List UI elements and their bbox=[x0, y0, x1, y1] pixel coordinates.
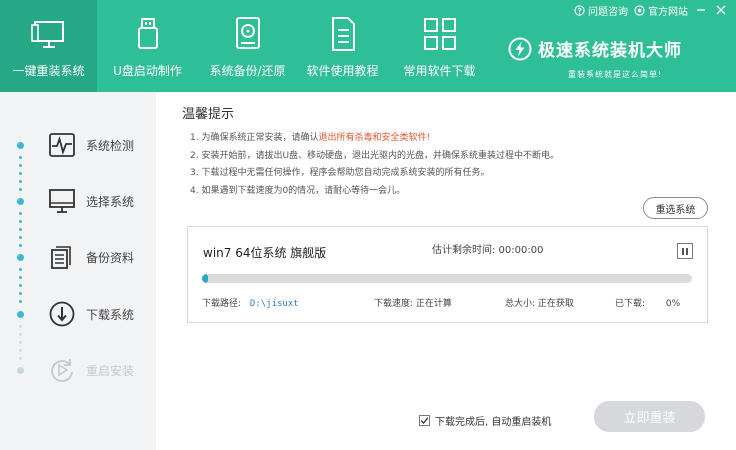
auto-restart-checkbox[interactable] bbox=[419, 415, 430, 426]
remaining-time: 估计剩余时间: 00:00:00 bbox=[432, 245, 544, 256]
step-label: 系统检测 bbox=[86, 139, 135, 153]
help-link[interactable]: 问题咨询 bbox=[574, 3, 628, 18]
total-size: 总大小: 正在获取 bbox=[505, 299, 574, 309]
checkmark-icon bbox=[420, 417, 429, 424]
step-choose-system: 选择系统 bbox=[0, 184, 156, 218]
downloaded-amount: 已下载: 0% bbox=[615, 296, 680, 309]
step-restart-install: 重启安装 bbox=[0, 353, 156, 387]
close-button[interactable] bbox=[714, 3, 728, 17]
download-progress-bar bbox=[202, 274, 692, 283]
tip-item: 3. 下载过程中无需任何操作，程序会帮助您自动完成系统安装的所有任务。 bbox=[190, 168, 490, 178]
website-link[interactable]: 官方网站 bbox=[634, 3, 688, 18]
globe-icon bbox=[634, 4, 645, 16]
nav-tutorial[interactable]: 软件使用教程 bbox=[294, 0, 391, 92]
close-icon bbox=[716, 5, 726, 15]
copy-icon bbox=[51, 246, 71, 269]
minimize-button[interactable] bbox=[694, 3, 708, 17]
step-dot bbox=[17, 142, 24, 149]
document-icon bbox=[331, 17, 355, 51]
tip-text: 1. 为确保系统正常安装，请确认 bbox=[190, 133, 319, 143]
brand-subtitle: 重装系统就是这么简单! bbox=[568, 70, 663, 79]
nav-backup-restore[interactable]: 系统备份/还原 bbox=[199, 0, 296, 92]
tip-item: 4. 如果遇到下载速度为0的情况，请耐心等待一会儿。 bbox=[190, 185, 406, 196]
nav-software-download[interactable]: 常用软件下载 bbox=[391, 0, 488, 92]
lightning-logo-icon bbox=[508, 37, 532, 60]
download-progress-fill bbox=[202, 274, 208, 283]
reselect-system-button[interactable]: 重选系统 bbox=[643, 197, 708, 219]
download-path-value[interactable]: D:\jisuxt bbox=[250, 299, 299, 309]
monitor-icon bbox=[30, 21, 64, 48]
help-link-label: 问题咨询 bbox=[588, 6, 628, 18]
pause-button[interactable] bbox=[677, 243, 693, 259]
nav-label: 一键重装系统 bbox=[12, 64, 85, 78]
downloaded-value: 0% bbox=[665, 299, 681, 309]
step-label: 选择系统 bbox=[86, 195, 135, 209]
step-label: 下载系统 bbox=[86, 308, 135, 322]
disk-icon bbox=[235, 17, 260, 49]
install-now-button[interactable]: 立即重装 bbox=[594, 401, 705, 432]
desktop-icon bbox=[49, 189, 75, 213]
nav-label: 常用软件下载 bbox=[403, 64, 476, 78]
nav-usb-boot[interactable]: U盘启动制作 bbox=[99, 0, 196, 92]
download-card: win7 64位系统 旗舰版 估计剩余时间: 00:00:00 下载路径: D:… bbox=[187, 226, 708, 323]
step-dot bbox=[17, 198, 24, 205]
header: 一键重装系统 U盘启动制作 系统备份/还原 软件使用教程 常用软件下载 问题咨询… bbox=[0, 0, 736, 92]
brand: 极速系统装机大师 bbox=[508, 36, 682, 61]
step-dot bbox=[17, 254, 24, 261]
nav-one-click-reinstall[interactable]: 一键重装系统 bbox=[0, 0, 97, 92]
website-link-label: 官方网站 bbox=[648, 6, 688, 18]
pause-icon bbox=[681, 247, 689, 255]
pulse-icon bbox=[49, 133, 75, 157]
download-system-name: win7 64位系统 旗舰版 bbox=[203, 246, 327, 260]
step-system-check: 系统检测 bbox=[0, 128, 156, 162]
step-dot bbox=[17, 311, 24, 318]
nav-label: 软件使用教程 bbox=[306, 64, 379, 78]
tip-warning: 退出所有杀毒和安全类软件! bbox=[318, 133, 431, 143]
top-links: 问题咨询 官方网站 bbox=[574, 2, 728, 18]
step-label: 重启安装 bbox=[86, 364, 135, 378]
sidebar: 系统检测 选择系统 备份资料 下载系统 重启安装 bbox=[0, 92, 156, 450]
download-icon bbox=[49, 301, 75, 327]
auto-restart-option[interactable]: 下载完成后, 自动重启装机 bbox=[419, 413, 551, 428]
step-download-system: 下载系统 bbox=[0, 297, 156, 331]
brand-title: 极速系统装机大师 bbox=[538, 41, 682, 61]
download-speed: 下载速度: 正在计算 bbox=[374, 299, 452, 309]
download-path-label: 下载路径: bbox=[202, 299, 242, 309]
restart-icon bbox=[51, 359, 73, 382]
step-label: 备份资料 bbox=[86, 251, 135, 265]
nav-label: U盘启动制作 bbox=[113, 64, 182, 78]
tips-list: 1. 为确保系统正常安装，请确认退出所有杀毒和安全类软件! 2. 安装开始前，请… bbox=[190, 130, 710, 200]
apps-grid-icon bbox=[423, 18, 456, 50]
download-path: 下载路径: D:\jisuxt bbox=[202, 296, 299, 309]
usb-icon bbox=[137, 18, 158, 49]
step-dot bbox=[17, 367, 24, 374]
tip-item: 1. 为确保系统正常安装，请确认退出所有杀毒和安全类软件! bbox=[190, 130, 710, 148]
auto-restart-label: 下载完成后, 自动重启装机 bbox=[435, 417, 552, 428]
downloaded-label: 已下载: bbox=[615, 299, 646, 309]
nav-label: 系统备份/还原 bbox=[209, 64, 286, 78]
tip-item: 2. 安装开始前，请拔出U盘、移动硬盘，退出光驱内的光盘，并确保系统重装过程中不… bbox=[190, 150, 560, 161]
page-title: 温馨提示 bbox=[182, 107, 235, 122]
step-backup-data: 备份资料 bbox=[0, 240, 156, 274]
question-icon bbox=[574, 4, 585, 16]
minimize-icon bbox=[697, 9, 705, 11]
